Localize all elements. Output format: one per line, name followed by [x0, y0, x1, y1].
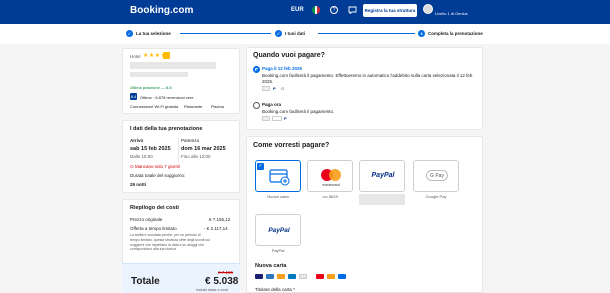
- checkout-time: Fino alle 12:00: [181, 154, 211, 159]
- saved-card-label: •••• 8629: [322, 194, 338, 199]
- property-type: Hotel: [130, 54, 141, 59]
- pay-later-title[interactable]: Paga il 12 feb 2025: [262, 66, 302, 71]
- divider: [178, 138, 179, 162]
- pay-now-title[interactable]: Paga ora: [262, 102, 281, 107]
- card-holder-label: Titolare della carta *: [255, 287, 295, 292]
- paypal-option-alt[interactable]: PayPal: [255, 214, 301, 246]
- thumbs-up-icon: [163, 52, 170, 59]
- visa-icon: [255, 274, 263, 279]
- card-icon: [262, 116, 270, 121]
- checkout-date: dom 16 mar 2025: [181, 146, 226, 152]
- restaurant-amenity: Ristorante: [184, 104, 203, 109]
- unionpay-icon: [338, 274, 346, 279]
- offer-label: Offerta a tempo limitato: [130, 226, 177, 231]
- new-card-section-title: Nuova carta: [255, 263, 287, 269]
- total-label: Totale: [131, 276, 160, 287]
- pay-now-radio[interactable]: [253, 102, 260, 109]
- payment-timing-title: Quando vuoi pagare?: [253, 52, 325, 59]
- avatar[interactable]: [423, 4, 433, 14]
- paypal-icon: P: [273, 86, 278, 91]
- step-selection: ✓ La tua selezione: [126, 30, 171, 37]
- help-icon[interactable]: ?: [330, 6, 338, 14]
- register-property-button[interactable]: Registra la tua struttura: [363, 4, 417, 17]
- paypal-icon: P: [284, 116, 289, 121]
- messages-icon[interactable]: [348, 6, 357, 14]
- pool-amenity: Piscina: [211, 104, 224, 109]
- checkin-date: sab 15 feb 2025: [130, 146, 171, 152]
- top-navigation-bar: Booking.com EUR ? Registra la tua strutt…: [0, 0, 610, 24]
- italy-flag-icon[interactable]: [312, 6, 320, 14]
- urgency-warning: ⊙ Mancano solo 7 giorni!: [130, 164, 181, 169]
- jcb-icon: [299, 274, 307, 279]
- pay-later-radio[interactable]: [253, 66, 260, 73]
- total-price: € 5.038: [205, 276, 239, 287]
- checkin-time: Dalle 15:00: [130, 154, 153, 159]
- hotel-name-redacted: [130, 62, 216, 69]
- original-price-value: € 7.155,12: [209, 217, 231, 222]
- paypal-account-redacted: [359, 194, 405, 205]
- gpay-icon: [272, 116, 282, 121]
- payment-method-title: Come vorresti pagare?: [253, 142, 330, 149]
- google-pay-label: Google Pay: [425, 194, 447, 199]
- step-label: I tuoi dati: [285, 31, 305, 36]
- step-number: 3: [418, 30, 425, 37]
- checkout-label: Partenza: [181, 138, 200, 143]
- review-score-label: Ottimo · 6.878 recensioni vere: [140, 95, 194, 100]
- account-level-label[interactable]: Livello 1 di Genius: [435, 11, 468, 16]
- new-card-label: Nuova carta: [267, 194, 289, 199]
- mastercard-icon: [321, 169, 341, 181]
- checkin-label: Arrivo: [130, 138, 144, 143]
- amex-icon: [266, 274, 274, 279]
- original-price-label: Prezzo originale: [130, 217, 163, 222]
- paypal-caption: PayPal: [271, 248, 285, 253]
- stay-duration: 29 notti: [130, 182, 147, 187]
- hotel-address-redacted: [130, 72, 188, 77]
- google-pay-option[interactable]: G Pay: [413, 160, 459, 192]
- google-icon: G: [281, 86, 286, 91]
- pay-later-description: Booking.com faciliterà il pagamento. Eff…: [262, 73, 473, 84]
- check-icon: ✓: [126, 30, 133, 37]
- card-icon: [262, 86, 270, 91]
- pay-now-description: Booking.com faciliterà il pagamento.: [262, 109, 335, 114]
- google-pay-logo: G Pay: [426, 170, 448, 181]
- offer-description: La tariffa è scontata perché, per un per…: [130, 233, 210, 252]
- paypal-option[interactable]: PayPal: [359, 160, 405, 192]
- step-details: ✓ I tuoi dati: [275, 30, 305, 37]
- saved-card-option[interactable]: mastercard: [307, 160, 353, 192]
- step-connector: [180, 33, 271, 34]
- selected-check-icon: ✓: [257, 163, 264, 170]
- progress-steps: ✓ La tua selezione ✓ I tuoi dati 3 Compl…: [0, 24, 610, 44]
- stay-duration-label: Durata totale del soggiorno:: [130, 173, 186, 178]
- step-label: La tua selezione: [136, 31, 171, 36]
- booking-details-title: I dati della tua prenotazione: [130, 126, 203, 132]
- currency-selector[interactable]: EUR: [291, 7, 304, 13]
- location-score: Ottima posizione — 8.8: [130, 85, 172, 90]
- step-complete: 3 Completa la prenotazione: [418, 30, 483, 37]
- diners-icon: [288, 274, 296, 279]
- booking-logo[interactable]: Booking.com: [130, 5, 193, 16]
- paypal-logo: PayPal: [268, 227, 290, 234]
- wifi-amenity: Connessione Wi-Fi gratuita: [130, 104, 179, 109]
- review-score-badge: 8.4: [130, 93, 137, 100]
- check-icon: ✓: [275, 30, 282, 37]
- maestro-icon: [316, 274, 324, 279]
- price-summary-title: Riepilogo dei costi: [130, 205, 179, 211]
- discover-icon: [327, 274, 335, 279]
- step-connector: [318, 33, 415, 34]
- mastercard-logo-text: mastercard: [322, 183, 340, 187]
- step-label: Completa la prenotazione: [428, 31, 483, 36]
- offer-value: - € 2.117,14: [204, 226, 228, 231]
- taxes-note: Include tasse e costi: [196, 288, 228, 292]
- mastercard-icon: [277, 274, 285, 279]
- paypal-logo: PayPal: [371, 172, 395, 179]
- total-original-price: € 7.155: [218, 270, 234, 275]
